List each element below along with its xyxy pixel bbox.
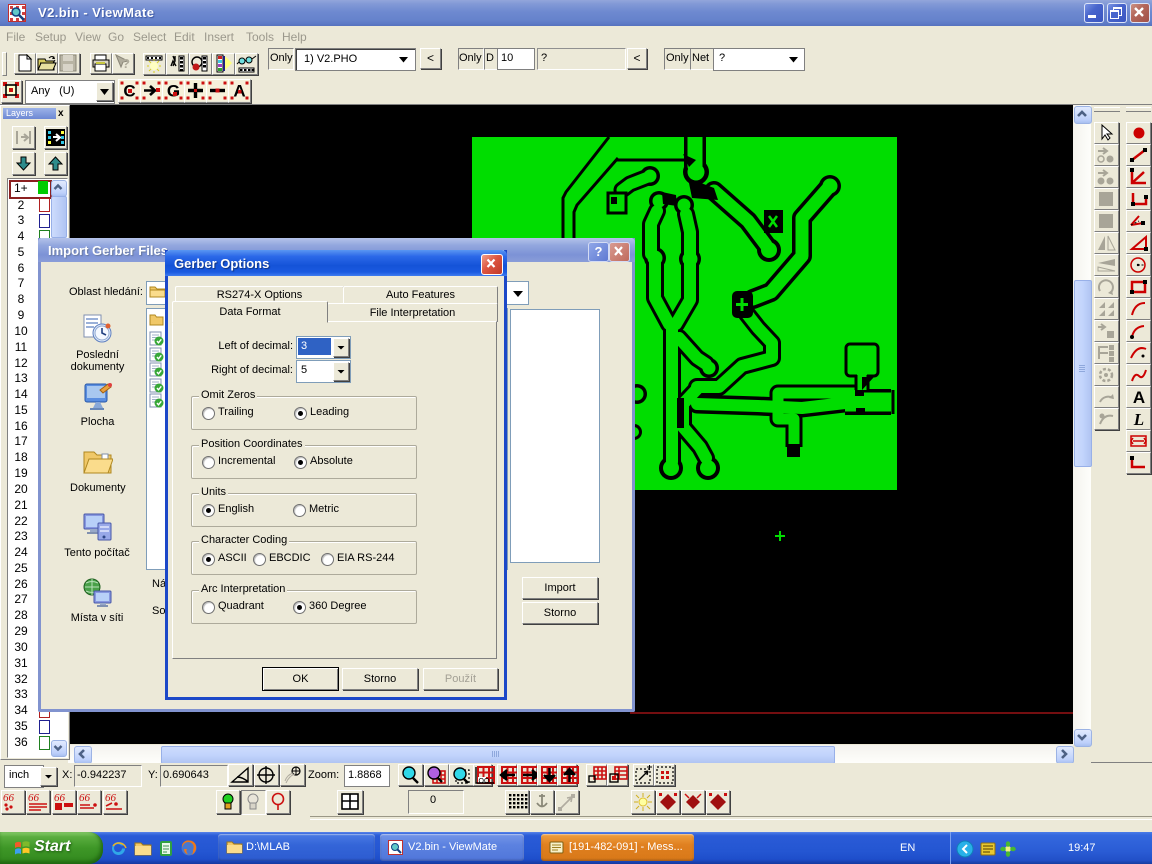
- svg-text:L: L: [1133, 410, 1144, 429]
- svg-text:A: A: [1133, 388, 1145, 407]
- svg-text:66: 66: [105, 792, 117, 804]
- svg-text:66: 66: [79, 792, 91, 804]
- svg-text:66: 66: [3, 792, 15, 804]
- svg-text:?: ?: [122, 56, 130, 71]
- svg-text:OO: OO: [479, 778, 490, 785]
- svg-text:66: 66: [54, 792, 66, 804]
- svg-text:G: G: [167, 82, 180, 101]
- svg-text:66: 66: [28, 792, 40, 804]
